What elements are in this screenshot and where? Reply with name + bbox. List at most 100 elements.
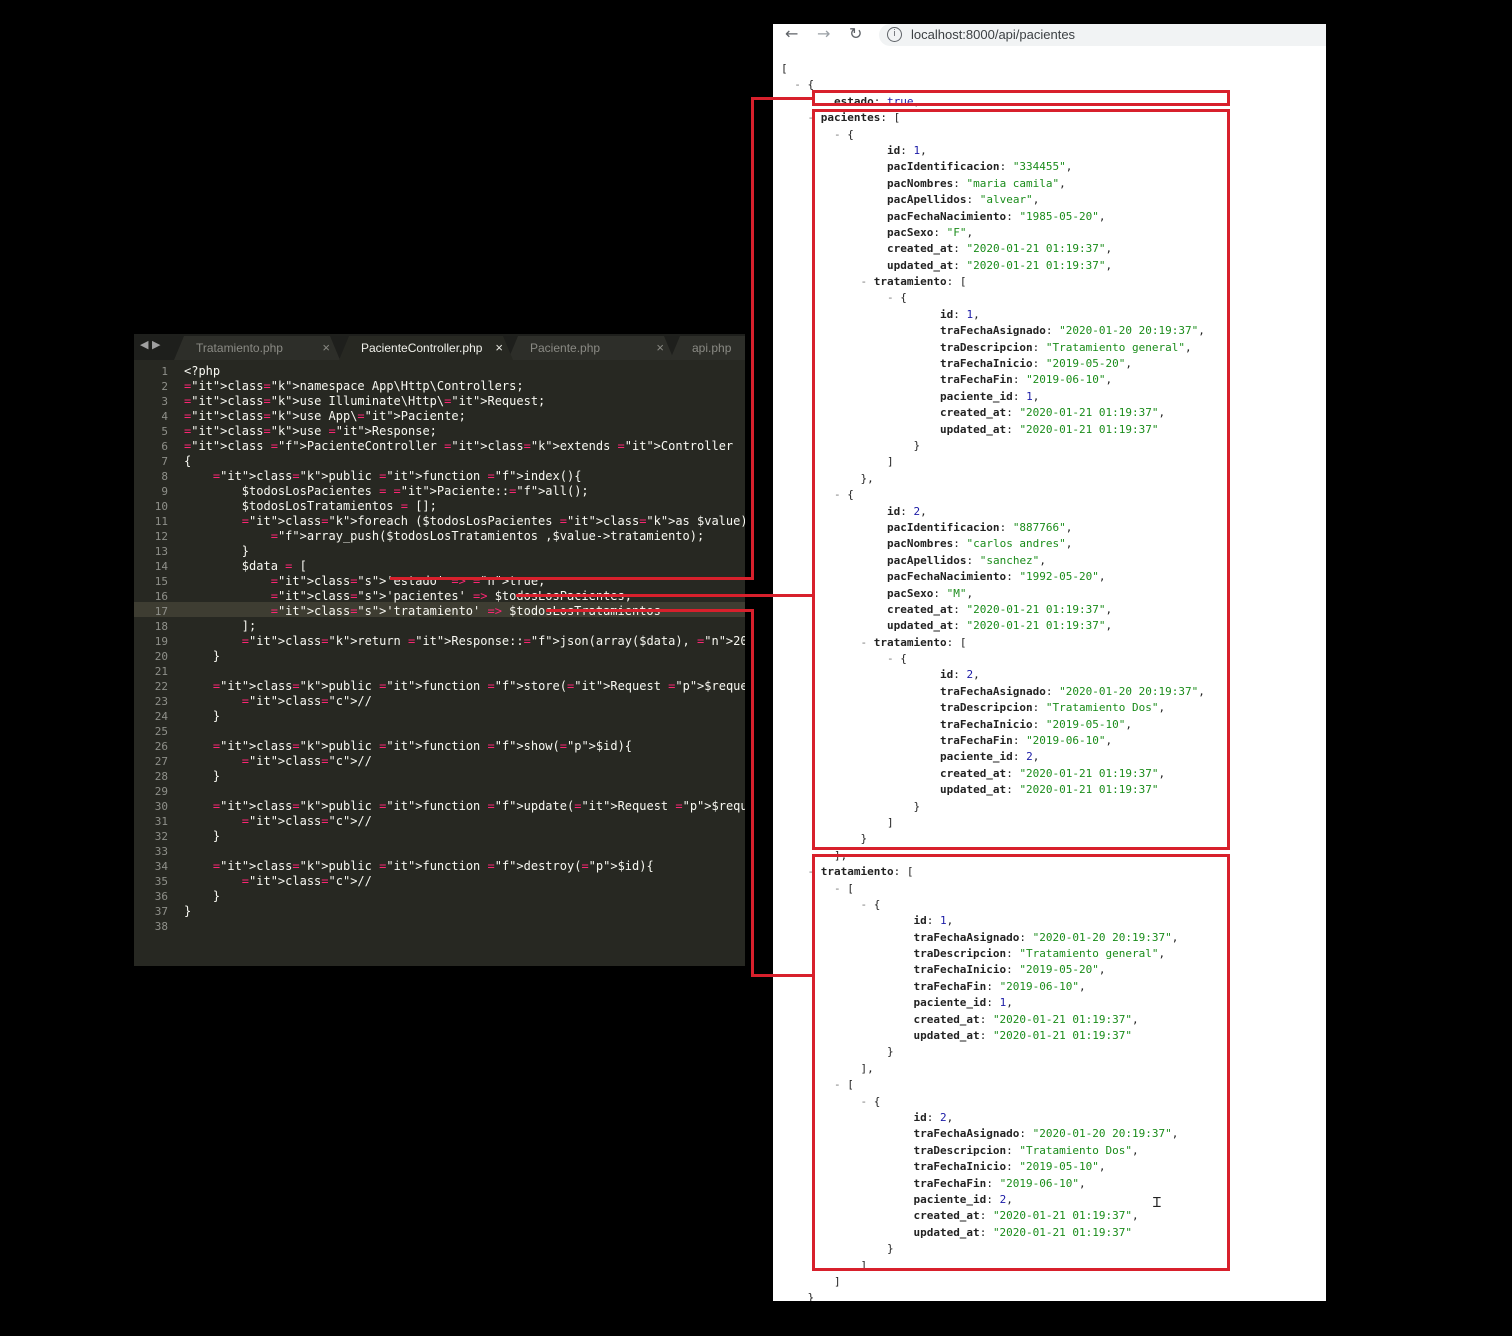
line-number: 23 [154, 695, 168, 708]
code-line: ="it">class="k">use Illuminate\Http\="it… [184, 394, 546, 408]
tab-label: Paciente.php [530, 341, 601, 355]
code-line: ="it">class ="f">PacienteController ="it… [184, 439, 734, 453]
code-area[interactable]: <?php ="it">class="k">namespace App\Http\… [184, 364, 745, 934]
line-number: 4 [161, 410, 168, 423]
line-number: 17 [154, 605, 168, 618]
line-number: 11 [154, 515, 168, 528]
code-line: } [184, 709, 221, 723]
line-number: 18 [154, 620, 168, 633]
highlight-box-pacientes [812, 109, 1230, 850]
line-number: 13 [154, 545, 168, 558]
line-number: 32 [154, 830, 168, 843]
reload-icon[interactable]: ↻ [849, 24, 862, 44]
json-line: ] [781, 1274, 841, 1288]
line-number: 7 [161, 455, 168, 468]
tab-paciente[interactable]: Paciente.php × [508, 336, 674, 360]
tab-paciente-controller[interactable]: PacienteController.php × [339, 336, 513, 360]
highlight-box-estado [812, 90, 1230, 106]
code-line: } [184, 769, 221, 783]
line-number: 21 [154, 665, 168, 678]
line-number: 12 [154, 530, 168, 543]
connector-tratamiento [751, 609, 754, 977]
tab-label: Tratamiento.php [196, 341, 283, 355]
line-number: 25 [154, 725, 168, 738]
line-number: 3 [161, 395, 168, 408]
line-number: 9 [161, 485, 168, 498]
code-editor-window: ◀ ▶ Tratamiento.php × Paciente.php × api… [134, 334, 745, 966]
line-number: 34 [154, 860, 168, 873]
connector-estado [390, 577, 753, 580]
line-number: 31 [154, 815, 168, 828]
close-icon[interactable]: × [322, 336, 330, 360]
code-line: } [184, 649, 221, 663]
code-line: ]; [184, 619, 257, 633]
code-line: <?php [184, 364, 221, 378]
close-icon[interactable]: × [656, 336, 664, 360]
code-line: $todosLosTratamientos = []; [184, 499, 437, 513]
line-number: 15 [154, 575, 168, 588]
tab-label: PacienteController.php [361, 341, 483, 355]
code-line: ="it">class="c">// [241, 694, 372, 708]
line-number: 20 [154, 650, 168, 663]
line-number: 19 [154, 635, 168, 648]
connector-estado [751, 97, 754, 580]
url-text[interactable]: localhost:8000/api/pacientes [911, 24, 1075, 45]
code-line: ="it">class="c">// [241, 874, 372, 888]
json-line: [ [781, 62, 788, 75]
line-number: 8 [161, 470, 168, 483]
code-line: ="it">class="k">public ="it">function ="… [212, 679, 745, 693]
back-arrow-icon[interactable]: ← [785, 24, 798, 44]
tab-nav-arrows-icon[interactable]: ◀ ▶ [140, 338, 160, 351]
line-number: 14 [154, 560, 168, 573]
line-number: 6 [161, 440, 168, 453]
code-line: } [184, 889, 221, 903]
browser-toolbar: ← → ↻ i localhost:8000/api/pacientes [773, 24, 1326, 46]
line-number: 27 [154, 755, 168, 768]
code-line: } [184, 544, 250, 558]
connector-tratamiento [751, 974, 813, 977]
tab-tratamiento[interactable]: Tratamiento.php × [174, 336, 340, 360]
code-line: ="it">class="c">// [241, 814, 372, 828]
code-line: ="it">class="c">// [241, 754, 372, 768]
editor-tab-bar: ◀ ▶ Tratamiento.php × Paciente.php × api… [134, 334, 745, 360]
code-line: ="it">class="k">public ="it">function ="… [212, 859, 654, 873]
line-number: 2 [161, 380, 168, 393]
connector-tratamiento [546, 609, 754, 612]
connector-estado [751, 97, 813, 100]
line-number: 22 [154, 680, 168, 693]
forward-arrow-icon[interactable]: → [817, 24, 830, 44]
code-line: ="it">class="k">namespace App\Http\Contr… [184, 379, 524, 393]
highlight-box-tratamiento [812, 854, 1230, 1271]
line-number: 28 [154, 770, 168, 783]
line-number: 24 [154, 710, 168, 723]
code-line: $todosLosPacientes = ="it">Paciente::="f… [184, 484, 589, 498]
code-line: ="it">class="k">public ="it">function ="… [212, 799, 745, 813]
line-number: 35 [154, 875, 168, 888]
close-icon[interactable]: × [495, 336, 503, 360]
address-bar[interactable]: i localhost:8000/api/pacientes [879, 24, 1326, 46]
code-line: ="it">class="k">public ="it">function ="… [212, 469, 582, 483]
line-number: 33 [154, 845, 168, 858]
info-icon[interactable]: i [887, 27, 902, 42]
line-number: 5 [161, 425, 168, 438]
line-number: 29 [154, 785, 168, 798]
code-line: { [184, 454, 192, 468]
line-number: 38 [154, 920, 168, 933]
code-line: ="it">class="k">public ="it">function ="… [212, 739, 633, 753]
tab-api[interactable]: api.php [670, 336, 745, 360]
code-line: ="it">class="k">use ="it">Response; [184, 424, 437, 438]
line-number: 10 [154, 500, 168, 513]
connector-pacientes [516, 594, 813, 597]
line-number: 36 [154, 890, 168, 903]
code-line: } [184, 829, 221, 843]
line-number-gutter: 1 2 3 4 5 6 7 8 9 10 11 12 13 14 15 16 17 18 19 20 21 22 23 24 2… [134, 364, 168, 934]
line-number: 30 [154, 800, 168, 813]
code-line: ="f">array_push($todosLosTratamientos ,$… [270, 529, 705, 543]
line-number: 26 [154, 740, 168, 753]
json-line: } [781, 1291, 815, 1301]
line-number: 1 [161, 365, 168, 378]
